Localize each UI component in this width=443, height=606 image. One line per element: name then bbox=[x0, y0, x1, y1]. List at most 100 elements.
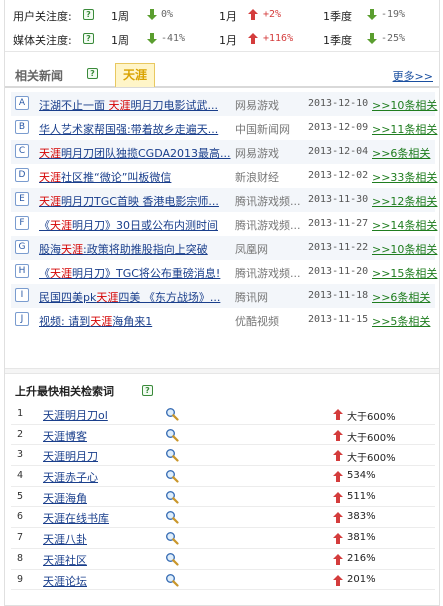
search-term-rank: 9 bbox=[17, 573, 24, 585]
news-source: 网易游戏 bbox=[235, 99, 279, 112]
red-up-arrow-icon bbox=[333, 471, 343, 483]
news-marker-icon: G bbox=[15, 240, 29, 254]
search-term-link[interactable]: 天涯海角 bbox=[43, 490, 87, 506]
search-term-rank: 6 bbox=[17, 511, 24, 523]
green-down-arrow-icon bbox=[147, 33, 157, 44]
magnifier-icon[interactable] bbox=[165, 428, 179, 442]
search-term-link[interactable]: 天涯社区 bbox=[43, 552, 87, 568]
news-marker-icon: I bbox=[15, 288, 29, 302]
search-term-row: 9 天涯论坛 201% bbox=[11, 570, 435, 591]
search-term-growth: 534% bbox=[347, 470, 376, 482]
magnifier-icon[interactable] bbox=[165, 573, 179, 587]
red-up-arrow-icon bbox=[248, 9, 258, 20]
attention-stats: 用户关注度: ? 1周 0% 1月 +2% 1季度 -19% 媒体关注度: ? 1周 -41… bbox=[5, 0, 439, 52]
news-date: 2013-11-18 bbox=[308, 290, 369, 301]
news-date: 2013-12-10 bbox=[308, 98, 369, 109]
search-term-link[interactable]: 天涯在线书库 bbox=[43, 510, 109, 526]
news-row: I 民国四美pk天涯四美 《东方战场》... 腾讯网 2013-11-18 >>6条相关 bbox=[11, 284, 435, 308]
red-up-arrow-icon bbox=[333, 533, 343, 545]
search-term-link[interactable]: 天涯明月刀 bbox=[43, 448, 98, 464]
question-icon[interactable]: ? bbox=[87, 68, 98, 79]
news-title-link[interactable]: 《天涯明月刀》30日或公布内测时间 bbox=[39, 217, 231, 232]
search-term-link[interactable]: 天涯论坛 bbox=[43, 573, 87, 589]
stat-change-value: +2% bbox=[263, 9, 282, 20]
stat-change-value: -25% bbox=[381, 33, 406, 44]
red-up-arrow-icon bbox=[333, 409, 343, 420]
more-news-link[interactable]: 更多>> bbox=[393, 68, 433, 84]
magnifier-icon[interactable] bbox=[165, 531, 179, 545]
search-term-link[interactable]: 天涯明月刀ol bbox=[43, 407, 108, 423]
news-row: J 视频: 请到天涯海角来1 优酷视频 2013-11-15 >>5条相关 bbox=[11, 308, 435, 332]
news-date: 2013-11-20 bbox=[308, 266, 369, 277]
red-up-arrow-icon bbox=[333, 553, 343, 565]
search-term-row: 8 天涯社区 216% bbox=[11, 549, 435, 570]
magnifier-icon[interactable] bbox=[165, 448, 179, 462]
search-term-row: 5 天涯海角 511% bbox=[11, 487, 435, 508]
news-title-link[interactable]: 股海天涯:政策将助推股指向上突破 bbox=[39, 241, 231, 256]
user-attention-row: 用户关注度: ? 1周 0% 1月 +2% 1季度 -19% bbox=[5, 4, 439, 26]
stat-period: 1月 bbox=[219, 10, 237, 23]
search-term-rank: 3 bbox=[17, 449, 24, 461]
magnifier-icon[interactable] bbox=[165, 490, 179, 504]
news-related-link[interactable]: >>15条相关 bbox=[372, 265, 437, 281]
search-term-link[interactable]: 天涯博客 bbox=[43, 428, 87, 444]
news-title-link[interactable]: 天涯明月刀团队独揽CGDA2013最高... bbox=[39, 145, 231, 160]
news-date: 2013-11-30 bbox=[308, 194, 369, 205]
magnifier-icon[interactable] bbox=[165, 469, 179, 483]
news-row: B 华人艺术家帮国强:带着故乡走遍天... 中国新闻网 2013-12-09 >>11条… bbox=[11, 116, 437, 140]
news-source: 凤凰网 bbox=[235, 243, 268, 256]
news-related-link[interactable]: >>12条相关 bbox=[372, 193, 437, 209]
search-term-link[interactable]: 天涯赤子心 bbox=[43, 469, 98, 485]
news-header: 相关新闻 ? 天涯 更多>> bbox=[5, 58, 439, 88]
search-term-rank: 4 bbox=[17, 470, 24, 482]
news-marker-icon: D bbox=[15, 168, 29, 182]
news-related-link[interactable]: >>33条相关 bbox=[372, 169, 437, 185]
news-related-link[interactable]: >>6条相关 bbox=[372, 145, 430, 161]
news-row: F 《天涯明月刀》30日或公布内测时间 腾讯游戏频... 2013-11-27 >>14… bbox=[11, 212, 437, 236]
news-title-link[interactable]: 视频: 请到天涯海角来1 bbox=[39, 313, 231, 328]
news-related-link[interactable]: >>5条相关 bbox=[372, 313, 430, 329]
red-up-arrow-icon bbox=[333, 491, 343, 503]
news-date: 2013-11-27 bbox=[308, 218, 369, 229]
news-title-link[interactable]: 华人艺术家帮国强:带着故乡走遍天... bbox=[39, 121, 231, 136]
news-row: A 汪湖不止一面 天涯明月刀电影试武... 网易游戏 2013-12-10 >>10条相… bbox=[11, 92, 437, 116]
green-down-arrow-icon bbox=[367, 9, 377, 20]
stat-period: 1周 bbox=[111, 34, 129, 47]
search-term-row: 4 天涯赤子心 534% bbox=[11, 466, 435, 487]
news-source: 腾讯网 bbox=[235, 291, 268, 304]
search-term-link[interactable]: 天涯八卦 bbox=[43, 531, 87, 547]
news-marker-icon: B bbox=[15, 120, 29, 134]
stat-period: 1季度 bbox=[323, 10, 352, 23]
news-related-link[interactable]: >>14条相关 bbox=[372, 217, 437, 233]
news-title-link[interactable]: 《天涯明月刀》TGC将公布重磅消息! bbox=[39, 265, 231, 280]
green-down-arrow-icon bbox=[147, 9, 157, 20]
news-title-link[interactable]: 汪湖不止一面 天涯明月刀电影试武... bbox=[39, 97, 231, 112]
news-related-link[interactable]: >>10条相关 bbox=[372, 241, 437, 257]
magnifier-icon[interactable] bbox=[165, 552, 179, 566]
news-source: 中国新闻网 bbox=[235, 123, 290, 136]
news-marker-icon: C bbox=[15, 144, 29, 158]
keyword-tab[interactable]: 天涯 bbox=[115, 63, 155, 87]
search-term-growth: 381% bbox=[347, 532, 376, 544]
news-title-link[interactable]: 民国四美pk天涯四美 《东方战场》... bbox=[39, 289, 231, 304]
news-marker-icon: J bbox=[15, 312, 29, 326]
news-related-link[interactable]: >>6条相关 bbox=[372, 289, 430, 305]
red-up-arrow-icon bbox=[333, 450, 343, 462]
search-terms-header: 上升最快相关检索词 ? bbox=[5, 380, 439, 400]
news-related-link[interactable]: >>10条相关 bbox=[372, 97, 437, 113]
news-title-link[interactable]: 天涯明月刀TGC首映 香港电影宗师... bbox=[39, 193, 231, 208]
news-title-link[interactable]: 天涯社区推“微论”叫板微信 bbox=[39, 169, 231, 184]
stat-change-value: -19% bbox=[381, 9, 406, 20]
news-related-link[interactable]: >>11条相关 bbox=[372, 121, 437, 137]
news-date: 2013-12-09 bbox=[308, 122, 369, 133]
magnifier-icon[interactable] bbox=[165, 510, 179, 525]
search-term-row: 6 天涯在线书库 383% bbox=[11, 507, 435, 529]
search-term-growth: 大于600% bbox=[347, 432, 396, 444]
magnifier-icon[interactable] bbox=[165, 407, 179, 421]
question-icon[interactable]: ? bbox=[142, 385, 153, 396]
news-row: D 天涯社区推“微论”叫板微信 新浪财经 2013-12-02 >>33条相关 bbox=[11, 164, 437, 188]
question-icon[interactable]: ? bbox=[83, 33, 94, 44]
news-marker-icon: A bbox=[15, 96, 29, 110]
news-marker-icon: E bbox=[15, 192, 29, 206]
question-icon[interactable]: ? bbox=[83, 9, 94, 20]
